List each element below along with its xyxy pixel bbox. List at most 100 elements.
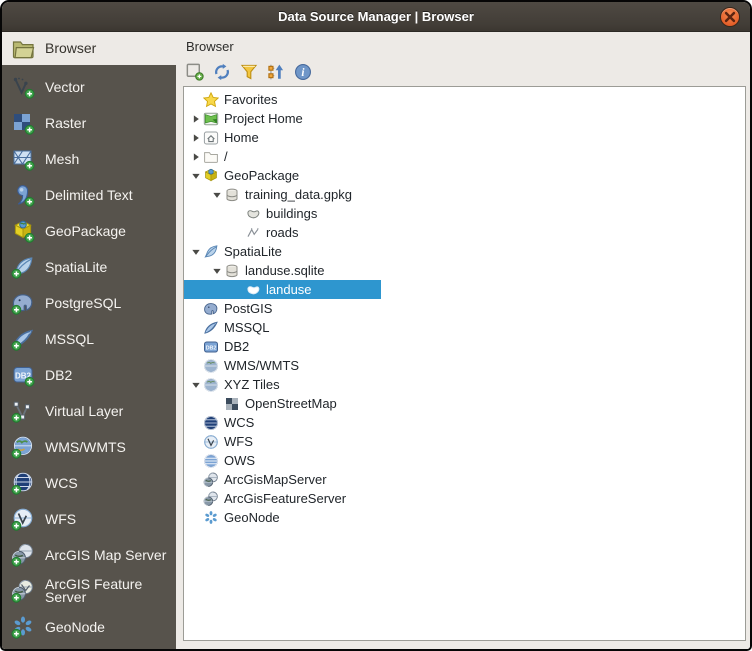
tree-item-roads[interactable]: roads: [184, 223, 745, 242]
tree-item-ows[interactable]: OWS: [184, 451, 745, 470]
tree-item-buildings[interactable]: buildings: [184, 204, 745, 223]
arcgis-icon: [203, 491, 219, 507]
wcs-icon: [11, 471, 35, 495]
tree-item-favorites[interactable]: Favorites: [184, 90, 745, 109]
chevron-expanded-icon[interactable]: [188, 377, 203, 392]
sidebar-item-label: WMS/WMTS: [45, 441, 126, 454]
sidebar-item-spatialite[interactable]: SpatiaLite: [2, 249, 176, 285]
sidebar-item-geopackage[interactable]: GeoPackage: [2, 213, 176, 249]
sidebar-item-label: WCS: [45, 477, 78, 490]
ows-icon: [203, 453, 219, 469]
postgresql-icon: [11, 291, 35, 315]
chevron-collapsed-icon[interactable]: [188, 130, 203, 145]
refresh-button[interactable]: [212, 61, 233, 82]
arrow-spacer: [188, 453, 203, 468]
tree-item-root[interactable]: /: [184, 147, 745, 166]
sidebar-item-wms-wmts[interactable]: WMS/WMTS: [2, 429, 176, 465]
arrow-spacer: [230, 206, 245, 221]
home-icon: [203, 130, 219, 146]
geonode-icon: [203, 510, 219, 526]
spatialite-icon: [11, 255, 35, 279]
sidebar-item-vector[interactable]: Vector: [2, 69, 176, 105]
delimited-text-icon: [11, 183, 35, 207]
tree-item-label: ArcGisFeatureServer: [224, 491, 346, 506]
info-icon: i: [294, 63, 313, 81]
arrow-spacer: [188, 339, 203, 354]
tree-item-openstreetmap[interactable]: OpenStreetMap: [184, 394, 745, 413]
sidebar-item-arcgis-map-server[interactable]: ArcGIS Map Server: [2, 537, 176, 573]
mssql-icon: [203, 320, 219, 336]
arrow-spacer: [209, 396, 224, 411]
sidebar-item-browser[interactable]: Browser: [2, 32, 176, 65]
collapse-icon: [267, 63, 286, 81]
sidebar-item-label: DB2: [45, 369, 72, 382]
sidebar-item-virtual-layer[interactable]: Virtual Layer: [2, 393, 176, 429]
tree-item-project-home[interactable]: Project Home: [184, 109, 745, 128]
sidebar-item-mssql[interactable]: MSSQL: [2, 321, 176, 357]
virtual-layer-icon: [11, 399, 35, 423]
show-properties-button[interactable]: i: [293, 61, 314, 82]
tree-item-postgis[interactable]: PostGIS: [184, 299, 745, 318]
tree-item-label: Home: [224, 130, 259, 145]
add-selected-layers-button[interactable]: [185, 61, 206, 82]
database-file-icon: [224, 187, 240, 203]
geonode-icon: [11, 615, 35, 639]
tree-item-label: training_data.gpkg: [245, 187, 352, 202]
browser-toolbar: i: [185, 61, 314, 82]
tree-item-label: WMS/WMTS: [224, 358, 299, 373]
sidebar-item-mesh[interactable]: Mesh: [2, 141, 176, 177]
screenshot-stage: Data Source Manager | Browser Browser Vec…: [0, 0, 752, 651]
arcgis-map-server-icon: [11, 543, 35, 567]
add-layer-icon: [186, 63, 205, 81]
collapse-all-button[interactable]: [266, 61, 287, 82]
chevron-collapsed-icon[interactable]: [188, 149, 203, 164]
chevron-expanded-icon[interactable]: [209, 263, 224, 278]
sidebar-item-label: Mesh: [45, 153, 79, 166]
titlebar[interactable]: Data Source Manager | Browser: [2, 2, 750, 32]
sidebar-item-label: GeoNode: [45, 621, 105, 634]
tree-item-db2[interactable]: DB2DB2: [184, 337, 745, 356]
filter-browser-button[interactable]: [239, 61, 260, 82]
tree-item-landuse-sqlite[interactable]: landuse.sqlite: [184, 261, 745, 280]
chevron-expanded-icon[interactable]: [188, 168, 203, 183]
tree-item-mssql[interactable]: MSSQL: [184, 318, 745, 337]
sidebar-item-wfs[interactable]: WFS: [2, 501, 176, 537]
tree-item-spatialite[interactable]: SpatiaLite: [184, 242, 745, 261]
sidebar-item-raster[interactable]: Raster: [2, 105, 176, 141]
chevron-expanded-icon[interactable]: [188, 244, 203, 259]
tree-item-wfs[interactable]: WFS: [184, 432, 745, 451]
arrow-spacer: [188, 472, 203, 487]
close-button[interactable]: [720, 7, 740, 27]
tree-item-training-data-gpkg[interactable]: training_data.gpkg: [184, 185, 745, 204]
arrow-spacer: [188, 358, 203, 373]
db2-icon: DB2: [11, 363, 35, 387]
tree-item-wms-wmts[interactable]: WMS/WMTS: [184, 356, 745, 375]
sidebar-item-wcs[interactable]: WCS: [2, 465, 176, 501]
sidebar-item-label: MSSQL: [45, 333, 94, 346]
arrow-spacer: [188, 510, 203, 525]
tree-item-arcgisfeatureserver[interactable]: ArcGisFeatureServer: [184, 489, 745, 508]
tree-item-geonode[interactable]: GeoNode: [184, 508, 745, 527]
chevron-expanded-icon[interactable]: [209, 187, 224, 202]
sidebar-item-geonode[interactable]: GeoNode: [2, 609, 176, 645]
tree-item-geopackage[interactable]: GeoPackage: [184, 166, 745, 185]
source-type-sidebar: BrowserVectorRasterMeshDelimited TextGeo…: [2, 32, 176, 649]
tree-item-home[interactable]: Home: [184, 128, 745, 147]
tree-item-xyz-tiles[interactable]: XYZ Tiles: [184, 375, 745, 394]
sidebar-item-delimited-text[interactable]: Delimited Text: [2, 177, 176, 213]
filter-icon: [240, 63, 259, 81]
sidebar-item-postgresql[interactable]: PostgreSQL: [2, 285, 176, 321]
tree-item-label: MSSQL: [224, 320, 270, 335]
sidebar-item-db2[interactable]: DB2 DB2: [2, 357, 176, 393]
globe-icon: [203, 358, 219, 374]
tree-item-landuse[interactable]: landuse: [184, 280, 381, 299]
sidebar-item-arcgis-feature-server[interactable]: ArcGIS Feature Server: [2, 573, 176, 609]
arrow-spacer: [188, 320, 203, 335]
tree-item-arcgismapserver[interactable]: ArcGisMapServer: [184, 470, 745, 489]
chevron-collapsed-icon[interactable]: [188, 111, 203, 126]
sidebar-item-label: ArcGIS Feature Server: [45, 578, 173, 604]
tree-item-wcs[interactable]: WCS: [184, 413, 745, 432]
mssql-icon: [11, 327, 35, 351]
tree-item-label: GeoNode: [224, 510, 280, 525]
window-title: Data Source Manager | Browser: [278, 9, 474, 24]
